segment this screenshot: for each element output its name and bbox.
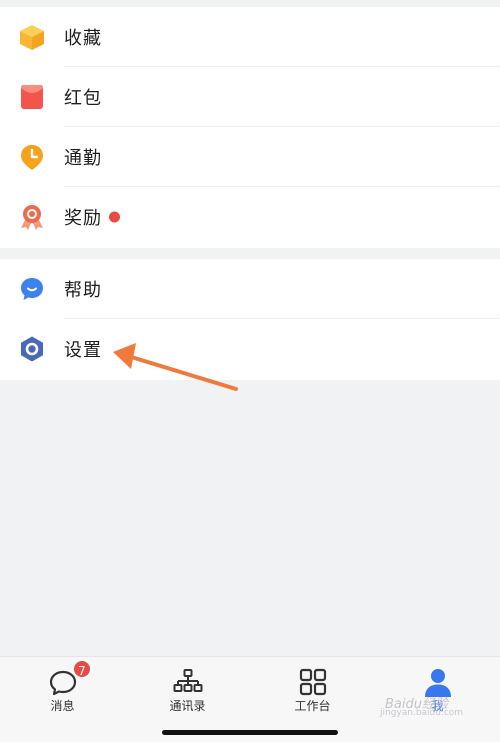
menu-item-label: 收藏 bbox=[64, 28, 102, 49]
help-chat-icon bbox=[18, 275, 46, 303]
menu-item-commute[interactable]: 通勤 bbox=[0, 127, 500, 187]
unread-badge: 7 bbox=[72, 659, 92, 679]
menu-item-label: 奖励 bbox=[64, 208, 102, 229]
reward-medal-icon bbox=[18, 203, 46, 231]
watermark-url: jingyan.baidu.com bbox=[380, 708, 464, 718]
tab-label: 工作台 bbox=[294, 699, 331, 713]
menu-item-settings[interactable]: 设置 bbox=[0, 319, 500, 379]
tab-label: 消息 bbox=[50, 699, 75, 713]
favorites-box-icon bbox=[18, 23, 46, 51]
menu-item-label: 帮助 bbox=[64, 280, 102, 301]
menu-item-label: 通勤 bbox=[64, 148, 102, 169]
tab-messages[interactable]: 7 消息 bbox=[0, 657, 125, 742]
menu-item-favorites[interactable]: 收藏 bbox=[0, 7, 500, 67]
settings-hexagon-icon bbox=[18, 335, 46, 363]
menu-item-label: 设置 bbox=[64, 340, 102, 361]
tab-label: 通讯录 bbox=[169, 699, 206, 713]
menu-item-reward[interactable]: 奖励 bbox=[0, 187, 500, 247]
commute-clock-icon bbox=[18, 143, 46, 171]
menu-item-red-envelope[interactable]: 红包 bbox=[0, 67, 500, 127]
top-gap bbox=[0, 0, 500, 7]
grid-apps-icon bbox=[297, 667, 329, 699]
notification-dot bbox=[109, 211, 120, 223]
menu-group-2: 帮助 设置 bbox=[0, 259, 500, 380]
org-chart-icon bbox=[172, 667, 204, 699]
home-indicator[interactable] bbox=[162, 730, 338, 735]
menu-group-1: 收藏 红包 通勤 奖励 bbox=[0, 7, 500, 248]
menu-item-label: 红包 bbox=[64, 88, 102, 109]
menu-item-help[interactable]: 帮助 bbox=[0, 259, 500, 319]
red-envelope-icon bbox=[18, 83, 46, 111]
